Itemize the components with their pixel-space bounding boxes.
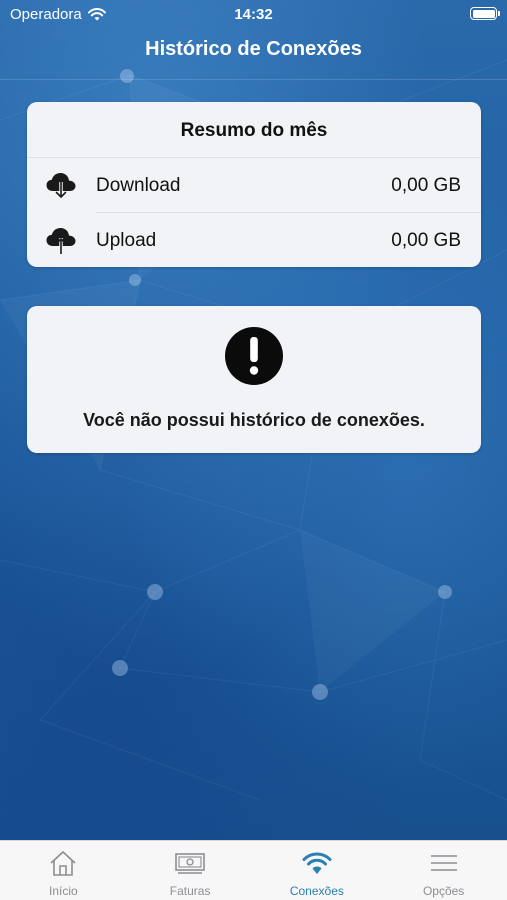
tab-conexoes[interactable]: Conexões [254,841,381,900]
summary-title: Resumo do mês [180,120,328,141]
wifi-icon [302,852,332,874]
home-icon [50,851,76,876]
banknote-icon [175,853,205,874]
upload-label: Upload [96,230,157,251]
cloud-upload-icon [46,228,76,254]
tab-inicio-label: Início [49,884,78,898]
tab-faturas-label: Faturas [169,884,211,898]
download-label: Download [96,175,181,196]
menu-icon [430,855,457,871]
tab-opcoes[interactable]: Opções [380,841,507,900]
page-title: Histórico de Conexões [145,38,362,60]
status-bar: Operadora 14:32 [0,0,507,28]
status-time: 14:32 [234,6,273,23]
empty-history-message: Você não possui histórico de conexões. [83,410,425,430]
empty-history-card: Você não possui histórico de conexões. [27,306,481,453]
nav-divider [0,79,507,80]
tab-inicio[interactable]: Início [0,841,127,900]
tab-opcoes-label: Opções [422,884,465,898]
monthly-summary-card: Resumo do mês Download 0,00 GB Upload 0,… [27,102,481,267]
battery-icon [470,7,500,20]
tab-faturas[interactable]: Faturas [127,841,254,900]
upload-value: 0,00 GB [391,230,461,251]
download-row: Download 0,00 GB [27,158,481,213]
tab-conexoes-label: Conexões [289,884,344,898]
cloud-download-icon [46,173,76,198]
tab-bar: Início Faturas Conexões Opções [0,840,507,900]
download-value: 0,00 GB [391,175,461,196]
exclamation-circle-icon [225,327,283,385]
upload-row: Upload 0,00 GB [27,213,481,268]
